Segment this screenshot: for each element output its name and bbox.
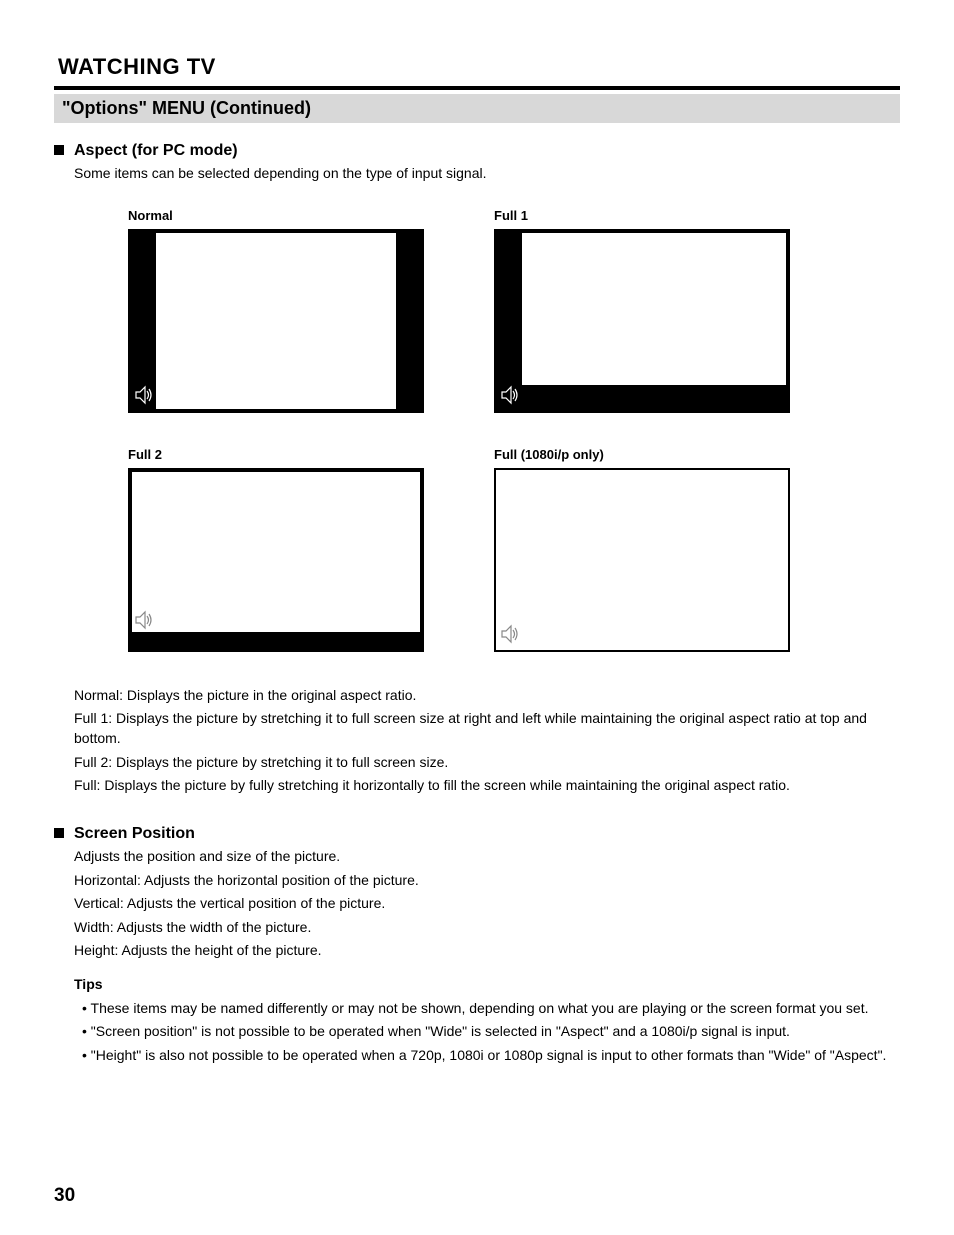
aspect-full1-caption: Full 1 [494,208,790,223]
aspect-fullwide-block: Full (1080i/p only) [494,447,790,652]
speaker-icon [134,385,154,405]
screenpos-height: Height: Adjusts the height of the pictur… [74,941,900,961]
aspect-intro: Some items can be selected depending on … [74,164,900,184]
screenpos-width: Width: Adjusts the width of the picture. [74,918,900,938]
aspect-heading: Aspect (for PC mode) [74,141,900,160]
aspect-full2-screen [128,468,424,652]
aspect-note-2: Full 2: Displays the picture by stretchi… [74,753,900,773]
tip-1: "Screen position" is not possible to be … [91,1023,790,1039]
aspect-normal-caption: Normal [128,208,424,223]
aspect-full1-block: Full 1 [494,208,790,413]
aspect-note-3: Full: Displays the picture by fully stre… [74,776,900,796]
tip-2: "Height" is also not possible to be oper… [91,1047,887,1063]
aspect-normal-screen [128,229,424,413]
aspect-fullwide-caption: Full (1080i/p only) [494,447,790,462]
section-title: WATCHING TV [58,54,900,80]
divider-thick [54,86,900,90]
bullet-icon [54,828,64,838]
screenpos-vertical: Vertical: Adjusts the vertical position … [74,894,900,914]
aspect-normal-block: Normal [128,208,424,413]
speaker-icon [500,385,520,405]
speaker-icon [500,624,520,644]
bullet-icon [54,145,64,155]
screenpos-heading: Screen Position [74,824,900,843]
aspect-full2-caption: Full 2 [128,447,424,462]
subheader-bar: "Options" MENU (Continued) [54,94,900,123]
tip-0: These items may be named differently or … [91,1000,869,1016]
aspect-note-0: Normal: Displays the picture in the orig… [74,686,900,706]
tips-label: Tips [74,975,900,995]
screenpos-intro: Adjusts the position and size of the pic… [74,847,900,867]
speaker-icon [134,610,154,630]
aspect-fullwide-screen [494,468,790,652]
page-number: 30 [54,1185,75,1207]
aspect-note-1: Full 1: Displays the picture by stretchi… [74,709,900,748]
aspect-illustrations: Normal Full 1 [128,208,900,652]
aspect-full2-block: Full 2 [128,447,424,652]
screenpos-horizontal: Horizontal: Adjusts the horizontal posit… [74,871,900,891]
aspect-full1-screen [494,229,790,413]
